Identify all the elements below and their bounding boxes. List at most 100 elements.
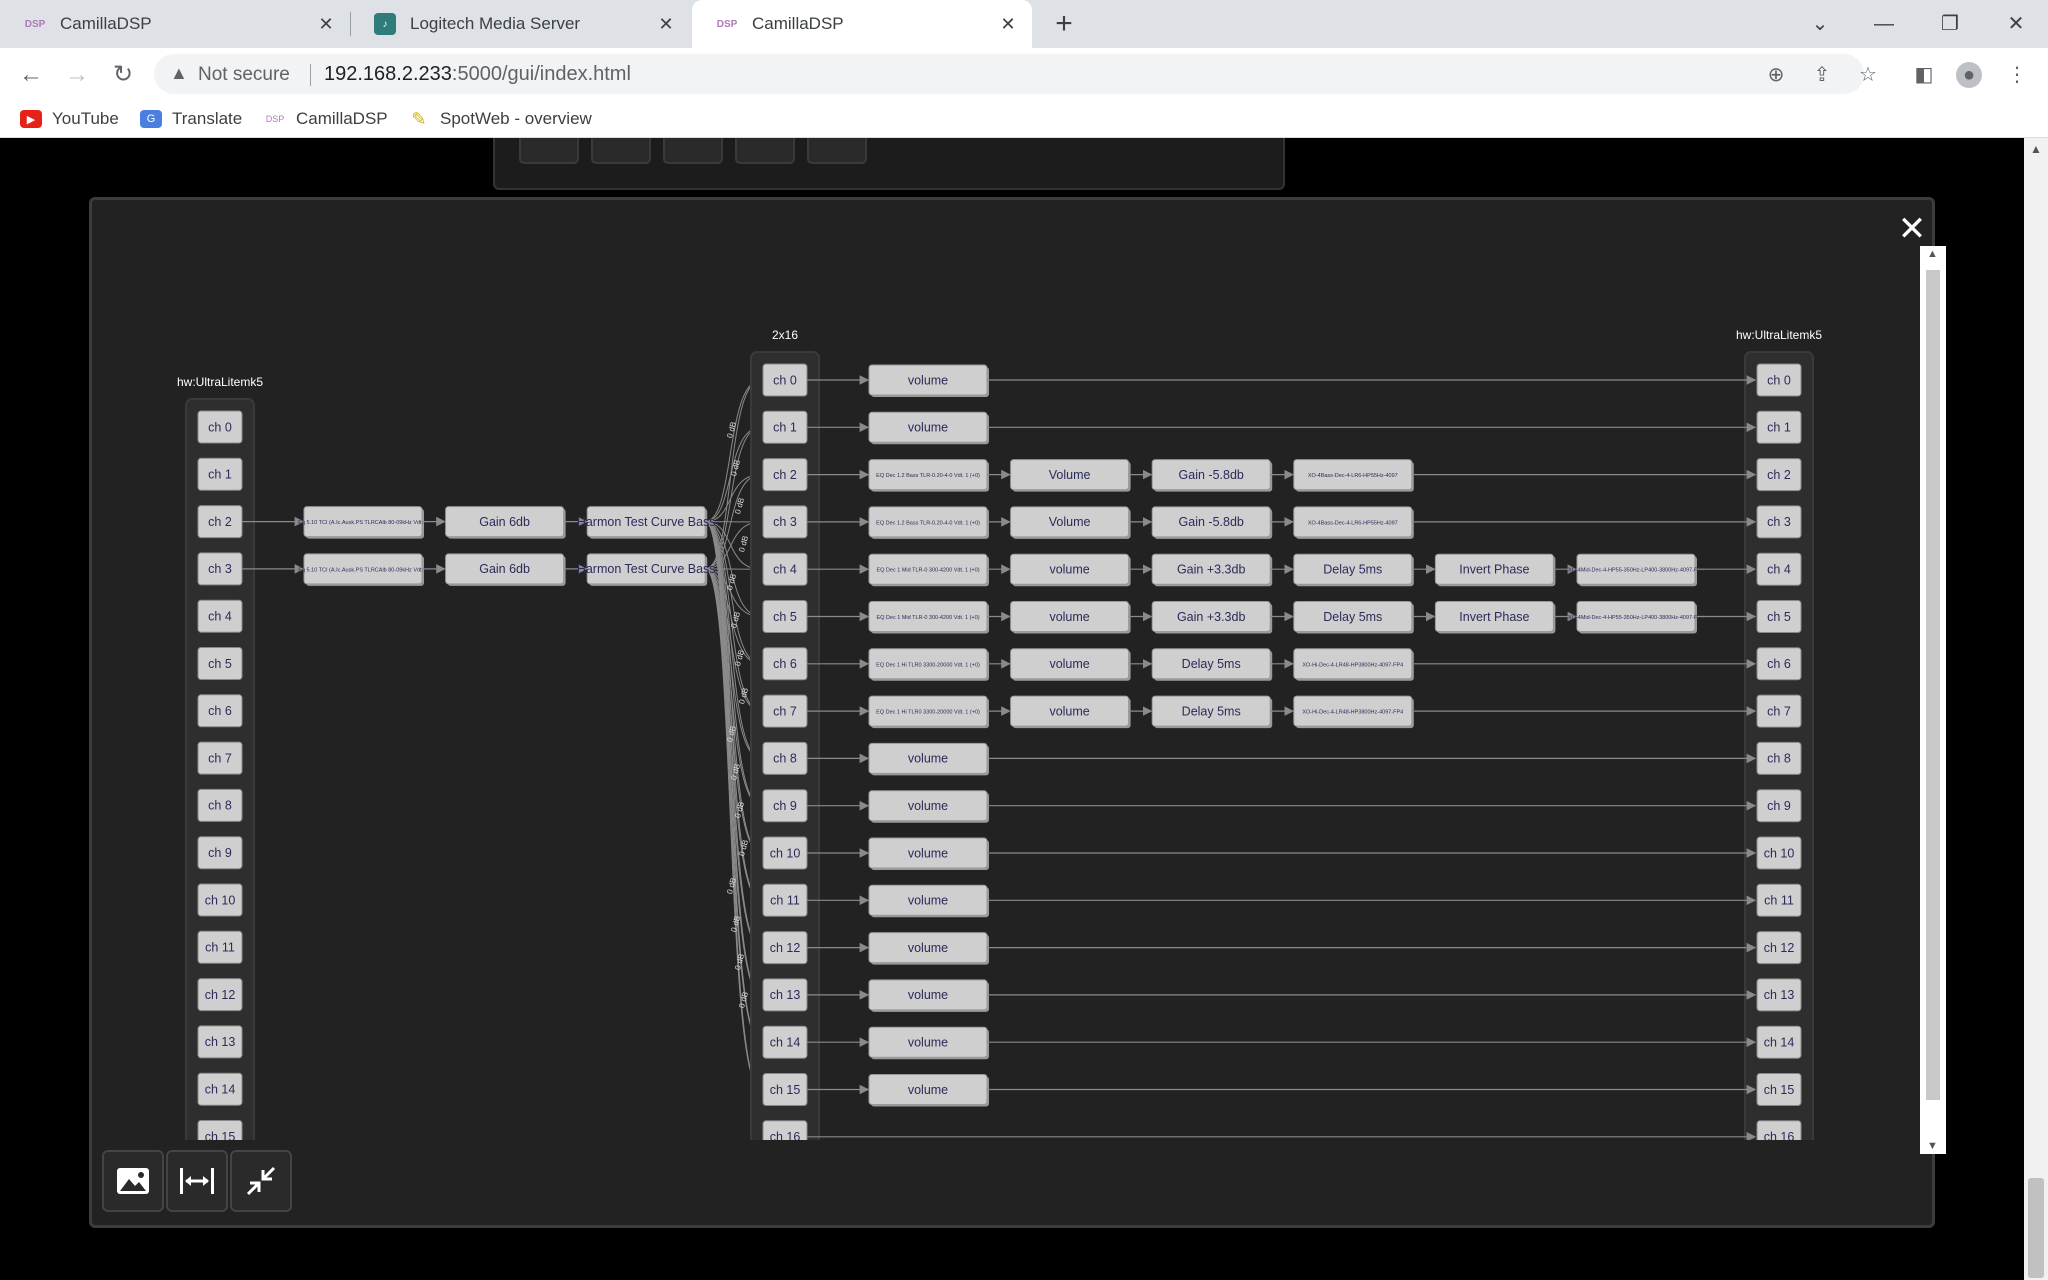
post-mixer-filter-label: Volume [1049,515,1091,529]
restore-icon[interactable]: ❐ [1930,8,1970,40]
capture-channel-label: ch 0 [208,420,232,434]
scroll-up-icon[interactable]: ▲ [1927,248,1938,260]
capture-channel-label: ch 15 [205,1130,236,1140]
post-mixer-filter-label: Delay 5ms [1323,562,1382,576]
page-content: 0 dB 0 dB 0 dB 0 dB 0 dB 0 dB 0 dB 0 dB 0 dB 0 dB… [0,138,2048,1280]
camilladsp-icon: DSP [265,114,285,124]
page-scrollbar[interactable]: ▲ [2024,138,2048,1280]
mixer-channel-label: ch 0 [773,373,797,387]
fit-width-icon [180,1168,214,1194]
url-host: 192.168.2.233 [324,63,452,85]
reload-icon[interactable]: ↻ [108,60,138,90]
post-mixer-filter-label: volume [908,941,948,955]
mixer-channel-label: ch 3 [773,515,797,529]
pre-mixer-filter-label: Eq 5.10 TCI (A.Ic.Ausk.PS TLRCAlb 80-09k… [298,567,427,573]
bookmark-star-icon[interactable]: ☆ [1855,62,1881,88]
bookmark-label: CamillaDSP [296,109,388,128]
post-mixer-filter-label: volume [1049,610,1089,624]
close-tab-icon[interactable]: ✕ [316,14,336,34]
pre-mixer-filter-label: Harmon Test Curve Bass [577,562,716,576]
mixer-gain-label: 0 dB [729,459,742,477]
tab-logitech-media-server[interactable]: ♪ Logitech Media Server ✕ [350,0,690,48]
scrollbar-thumb[interactable] [2028,1178,2044,1278]
share-icon[interactable]: ⇪ [1809,62,1835,88]
url-path: :5000/gui/index.html [451,63,631,85]
playback-channel-label: ch 16 [1764,1130,1795,1140]
capture-channel-label: ch 8 [208,799,232,813]
new-tab-icon[interactable]: + [1044,8,1084,40]
playback-label: hw:UltraLitemk5 [1736,328,1822,342]
window-close-icon[interactable]: ✕ [1996,8,2036,40]
scroll-up-icon[interactable]: ▲ [2030,142,2042,156]
mixer-gain-label: 0 dB [733,953,746,971]
pipeline-graph: 0 dB0 dB0 dB0 dB0 dB0 dB0 dB0 dB0 dB0 dB… [177,328,1822,1140]
mixer-gain-label: 0 dB [737,839,750,857]
tab-camilladsp-1[interactable]: DSP CamillaDSP ✕ [0,0,350,48]
post-mixer-filter-label: XO-Hi-Dec-4-LR48-HP3800Hz-4097-FP4 [1302,710,1403,716]
bookmarks-bar: ▶ YouTube G Translate DSP CamillaDSP ✎ S… [0,100,2048,138]
capture-channel-label: ch 6 [208,704,232,718]
post-mixer-filter-label: EQ Dec 1.2 Bass TLR-0.20-4-0 Vdt. 1 (+0) [876,520,980,526]
browser-toolbar: ← → ↻ ▲ Not secure 192.168.2.233:5000/gu… [0,48,2048,100]
forward-icon[interactable]: → [62,60,92,90]
profile-icon[interactable]: ● [1956,62,1982,88]
minimize-icon[interactable]: — [1864,8,1904,40]
mixer-channel-label: ch 7 [773,704,797,718]
tab-title: CamillaDSP [60,14,152,33]
post-mixer-filter-label: volume [908,752,948,766]
side-panel-icon[interactable]: ◧ [1911,62,1937,88]
post-mixer-filter-label: XO-4Bass-Dec-4-LR6-HP55Hz-4097 [1308,473,1398,479]
capture-channel-label: ch 11 [205,941,235,955]
tab-title: Logitech Media Server [410,14,581,33]
tab-search-icon[interactable]: ⌄ [1800,8,1840,40]
scroll-down-icon[interactable]: ▼ [1927,1140,1938,1152]
post-mixer-filter-label: EQ Dec 1 Mid TLR-0 300-4200 Vdt. 1 (+0) [876,615,979,621]
bookmark-translate[interactable]: G Translate [140,106,242,132]
post-mixer-filter-label: XO-Hi-Dec-4-LR48-HP3800Hz-4097-FP4 [1302,662,1403,668]
mixer-channel-label: ch 9 [773,799,797,813]
menu-icon[interactable]: ⋮ [2004,62,2030,88]
collapse-button[interactable] [230,1150,292,1212]
address-bar[interactable]: ▲ Not secure 192.168.2.233:5000/gui/inde… [154,54,1864,94]
tab-title: CamillaDSP [752,14,844,33]
pre-mixer-filter-label: Gain 6db [479,515,530,529]
close-tab-icon[interactable]: ✕ [656,14,676,34]
close-tab-icon[interactable]: ✕ [998,14,1018,34]
capture-label: hw:UltraLitemk5 [177,375,263,389]
post-mixer-filter-label: Invert Phase [1459,562,1529,576]
pre-mixer-filter-label: Gain 6db [479,562,530,576]
post-mixer-filter-label: XO-4Mid-Dec-4-HP55-350Hz-LP400-3800Hz-40… [1568,615,1704,621]
back-icon[interactable]: ← [16,60,46,90]
mixer-channel-label: ch 4 [773,562,797,576]
zoom-icon[interactable]: ⊕ [1763,62,1789,88]
modal-scrollbar[interactable]: ▲ ▼ [1920,246,1946,1154]
playback-channel-label: ch 14 [1764,1035,1795,1049]
bookmark-spotweb[interactable]: ✎ SpotWeb - overview [408,106,591,132]
image-icon [117,1168,149,1194]
capture-channel-label: ch 3 [208,562,232,576]
mixer-gain-label: 0 dB [729,611,742,629]
security-label: Not secure [198,64,290,85]
tab-camilladsp-active[interactable]: DSP CamillaDSP ✕ [692,0,1032,48]
tab-strip: DSP CamillaDSP ✕ ♪ Logitech Media Server… [0,0,2048,48]
post-mixer-filter-label: volume [1049,657,1089,671]
mixer-gain-label: 0 dB [737,535,750,553]
image-button[interactable] [102,1150,164,1212]
capture-channel-label: ch 14 [205,1082,236,1096]
close-icon[interactable]: ✕ [1897,212,1927,246]
post-mixer-filter-label: Gain -5.8db [1179,468,1244,482]
mixer-gain-label: 0 dB [733,649,746,667]
camilladsp-icon: DSP [716,18,738,30]
lms-icon: ♪ [374,13,396,35]
playback-channel-label: ch 4 [1767,562,1791,576]
scrollbar-thumb[interactable] [1926,270,1940,1100]
fit-width-button[interactable] [166,1150,228,1212]
playback-channel-label: ch 2 [1767,468,1791,482]
bookmark-camilladsp[interactable]: DSP CamillaDSP [264,106,388,132]
warning-icon: ▲ [170,63,188,83]
bookmark-label: Translate [172,109,243,128]
playback-channel-label: ch 10 [1764,846,1795,860]
playback-channel-label: ch 15 [1764,1083,1795,1097]
bookmark-youtube[interactable]: ▶ YouTube [20,106,119,132]
bg-button [519,138,579,164]
